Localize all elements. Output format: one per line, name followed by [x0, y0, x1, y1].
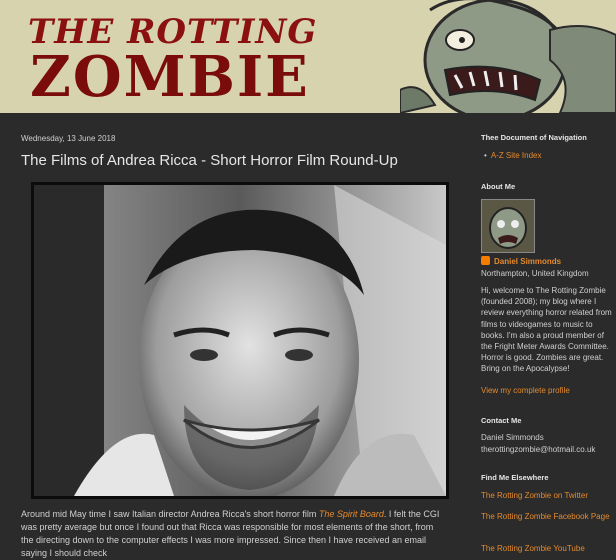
view-profile-link[interactable]: View my complete profile: [481, 386, 570, 395]
blogger-icon: [481, 256, 490, 265]
avatar[interactable]: [481, 199, 535, 253]
blog-header[interactable]: THE ROTTING ZOMBIE: [0, 0, 616, 113]
nav-item-az-index[interactable]: • A-Z Site Index: [484, 151, 542, 160]
zombie-avatar-icon: [482, 200, 534, 252]
post-link-spirit-board[interactable]: The Spirit Board: [319, 509, 384, 519]
zombie-illustration: [400, 0, 616, 113]
profile-name-link[interactable]: Daniel Simmonds: [481, 256, 561, 266]
blog-title-line2: ZOMBIE: [30, 44, 310, 110]
bullet-icon: •: [484, 151, 487, 160]
profile-about: Hi, welcome to The Rotting Zombie (found…: [481, 286, 612, 374]
contact-name: Daniel Simmonds: [481, 433, 544, 442]
nav-widget-title: Thee Document of Navigation: [481, 133, 587, 142]
contact-email: therottingzombie@hotmail.co.uk: [481, 445, 596, 454]
profile-name: Daniel Simmonds: [494, 257, 562, 266]
contact-widget-title: Contact Me: [481, 416, 522, 425]
facebook-link[interactable]: The Rotting Zombie Facebook Page: [481, 511, 611, 522]
about-widget-title: About Me: [481, 182, 516, 191]
post-date: Wednesday, 13 June 2018: [21, 134, 116, 143]
profile-location: Northampton, United Kingdom: [481, 269, 589, 278]
post-body-intro: Around mid May time I saw Italian direct…: [21, 509, 319, 519]
post-body: Around mid May time I saw Italian direct…: [21, 508, 441, 560]
portrait-photo-icon: [34, 185, 446, 500]
post-title[interactable]: The Films of Andrea Ricca - Short Horror…: [21, 152, 398, 169]
nav-item-label: A-Z Site Index: [490, 151, 542, 160]
post-photo[interactable]: [31, 182, 449, 500]
twitter-link[interactable]: The Rotting Zombie on Twitter: [481, 490, 611, 501]
find-widget-title: Find Me Elsewhere: [481, 473, 549, 482]
